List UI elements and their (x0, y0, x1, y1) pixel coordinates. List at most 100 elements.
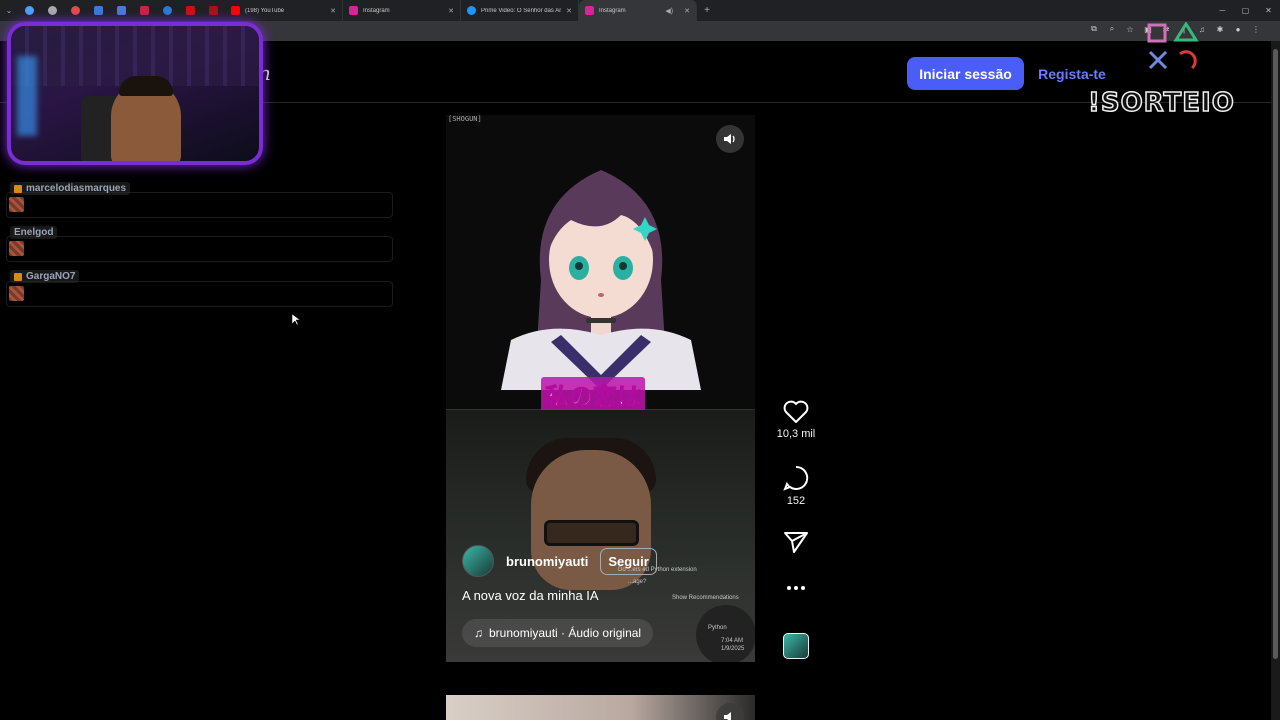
heart-icon (783, 400, 809, 423)
profile-icon[interactable]: ● (1232, 25, 1244, 34)
comment-button[interactable]: 152 (770, 465, 822, 507)
window-controls: ─ ▢ ✕ (1211, 0, 1280, 21)
chat-username-text: GargaNO7 (26, 271, 76, 282)
speaker-icon (724, 712, 731, 720)
prime-video-favicon-icon (467, 6, 476, 15)
popup-line: Show Recommendations (672, 595, 739, 601)
audio-attribution[interactable]: ♫ brunomiyauti · Áudio original (462, 619, 654, 647)
audio-label: brunomiyauti · Áudio original (489, 626, 642, 640)
subscriber-badge-icon (14, 272, 22, 281)
popup-line: 1/9/2025 (721, 646, 745, 652)
reel-video[interactable]: [SHOGUN] 私の恋は Do ...ers ed Python extens (446, 115, 755, 662)
pinned-tab[interactable] (179, 0, 202, 21)
subscriber-badge-icon (14, 184, 22, 193)
browser-tab-bar: ⌄ (198) YouTube ✕ Instagram ✕ Prime Vide… (0, 0, 1280, 21)
speaker-icon (724, 134, 735, 144)
tab-title: (198) YouTube (245, 7, 285, 14)
scrollbar-thumb[interactable] (1273, 49, 1278, 659)
pinned-tab[interactable] (110, 0, 133, 21)
chat-emote-icon (9, 241, 24, 256)
new-tab-button[interactable]: + (697, 5, 717, 16)
pinned-tab[interactable] (87, 0, 110, 21)
music-note-icon: ♫ (474, 626, 483, 640)
chat-username: marcelodiasmarques (10, 182, 131, 195)
pinned-favicon-icon (117, 6, 126, 15)
bookmark-star-icon[interactable]: ☆ (1124, 25, 1136, 34)
close-icon[interactable]: ✕ (684, 7, 690, 15)
webcam-streamer-hair (119, 76, 173, 96)
tab-youtube[interactable]: (198) YouTube ✕ (225, 0, 343, 21)
instagram-favicon-icon (585, 6, 594, 15)
popup-line: 7:04 AM (721, 638, 744, 644)
popup-line: Python (708, 625, 727, 631)
sorteio-overlay-text: !SORTEIO (1087, 87, 1235, 119)
chat-username: Enelgod (10, 226, 58, 239)
close-window-icon[interactable]: ✕ (1257, 6, 1280, 15)
close-icon[interactable]: ✕ (448, 7, 454, 15)
tab-instagram[interactable]: Instagram ✕ (343, 0, 461, 21)
mouse-cursor-icon (292, 314, 300, 326)
author-avatar[interactable] (462, 545, 494, 577)
comment-icon (783, 465, 809, 491)
pinned-favicon-icon (209, 6, 218, 15)
chat-emote-icon (9, 286, 24, 301)
anime-avatar-panel: [SHOGUN] 私の恋は (446, 115, 755, 412)
pinned-tab[interactable] (156, 0, 179, 21)
reel-caption: A nova voz da minha IA (462, 588, 599, 603)
share-button[interactable] (770, 530, 822, 554)
chat-message (6, 192, 393, 218)
pinned-favicon-icon (48, 6, 57, 15)
pinned-favicon-icon (140, 6, 149, 15)
tab-prime-video[interactable]: Prime Video: O Senhor das An ✕ (461, 0, 579, 21)
close-icon[interactable]: ✕ (566, 7, 572, 15)
webcam-neon-light (17, 56, 37, 136)
pinned-favicon-icon (71, 6, 80, 15)
next-reel-preview[interactable] (446, 695, 755, 720)
video-watermark: [SHOGUN] (448, 115, 482, 123)
pinned-tab[interactable] (133, 0, 156, 21)
tab-instagram-active[interactable]: Instagram ◀) ✕ (579, 0, 697, 21)
pinned-tab[interactable] (41, 0, 64, 21)
speaker-icon[interactable]: ◀) (665, 7, 673, 15)
volume-button[interactable] (716, 703, 744, 720)
more-icon (787, 586, 805, 590)
author-username[interactable]: brunomiyauti (506, 554, 588, 569)
zoom-icon[interactable]: ⌕ (1106, 24, 1118, 34)
chat-username-text: marcelodiasmarques (26, 183, 127, 194)
like-button[interactable]: 10,3 mil (770, 400, 822, 440)
pinned-favicon-icon (186, 6, 195, 15)
follow-button[interactable]: Seguir (600, 547, 657, 575)
instagram-favicon-icon (349, 6, 358, 15)
install-app-icon[interactable]: ⧉ (1088, 24, 1100, 34)
volume-button[interactable] (716, 125, 744, 153)
signup-link[interactable]: Regista-te (1030, 57, 1114, 90)
login-button[interactable]: Iniciar sessão (907, 57, 1024, 90)
tab-search-icon[interactable]: ⌄ (0, 0, 18, 21)
man-glasses (544, 520, 639, 546)
menu-icon[interactable]: ⋮ (1250, 25, 1262, 34)
chat-message (6, 281, 393, 307)
maximize-icon[interactable]: ▢ (1234, 6, 1257, 15)
comment-count: 152 (786, 495, 806, 507)
pinned-tab[interactable] (18, 0, 41, 21)
chat-username-text: Enelgod (14, 227, 54, 238)
pinned-tab[interactable] (202, 0, 225, 21)
puzzle-icon[interactable]: ✱ (1214, 25, 1226, 34)
youtube-favicon-icon (231, 6, 240, 15)
page-scrollbar[interactable] (1271, 41, 1280, 720)
chat-username: GargaNO7 (10, 270, 80, 283)
tab-title: Instagram (363, 7, 390, 14)
minimize-icon[interactable]: ─ (1211, 6, 1234, 15)
audio-cover-avatar[interactable] (783, 633, 809, 659)
pinned-tab[interactable] (64, 0, 87, 21)
pinned-favicon-icon (163, 6, 172, 15)
tab-title: Prime Video: O Senhor das An (481, 7, 562, 14)
more-options-button[interactable] (770, 585, 822, 591)
like-count: 10,3 mil (776, 428, 816, 440)
anime-girl-illustration (501, 170, 701, 390)
chat-message (6, 236, 393, 262)
tab-title: Instagram (599, 7, 626, 14)
chat-emote-icon (9, 197, 24, 212)
send-icon (784, 532, 808, 553)
close-icon[interactable]: ✕ (330, 7, 336, 15)
